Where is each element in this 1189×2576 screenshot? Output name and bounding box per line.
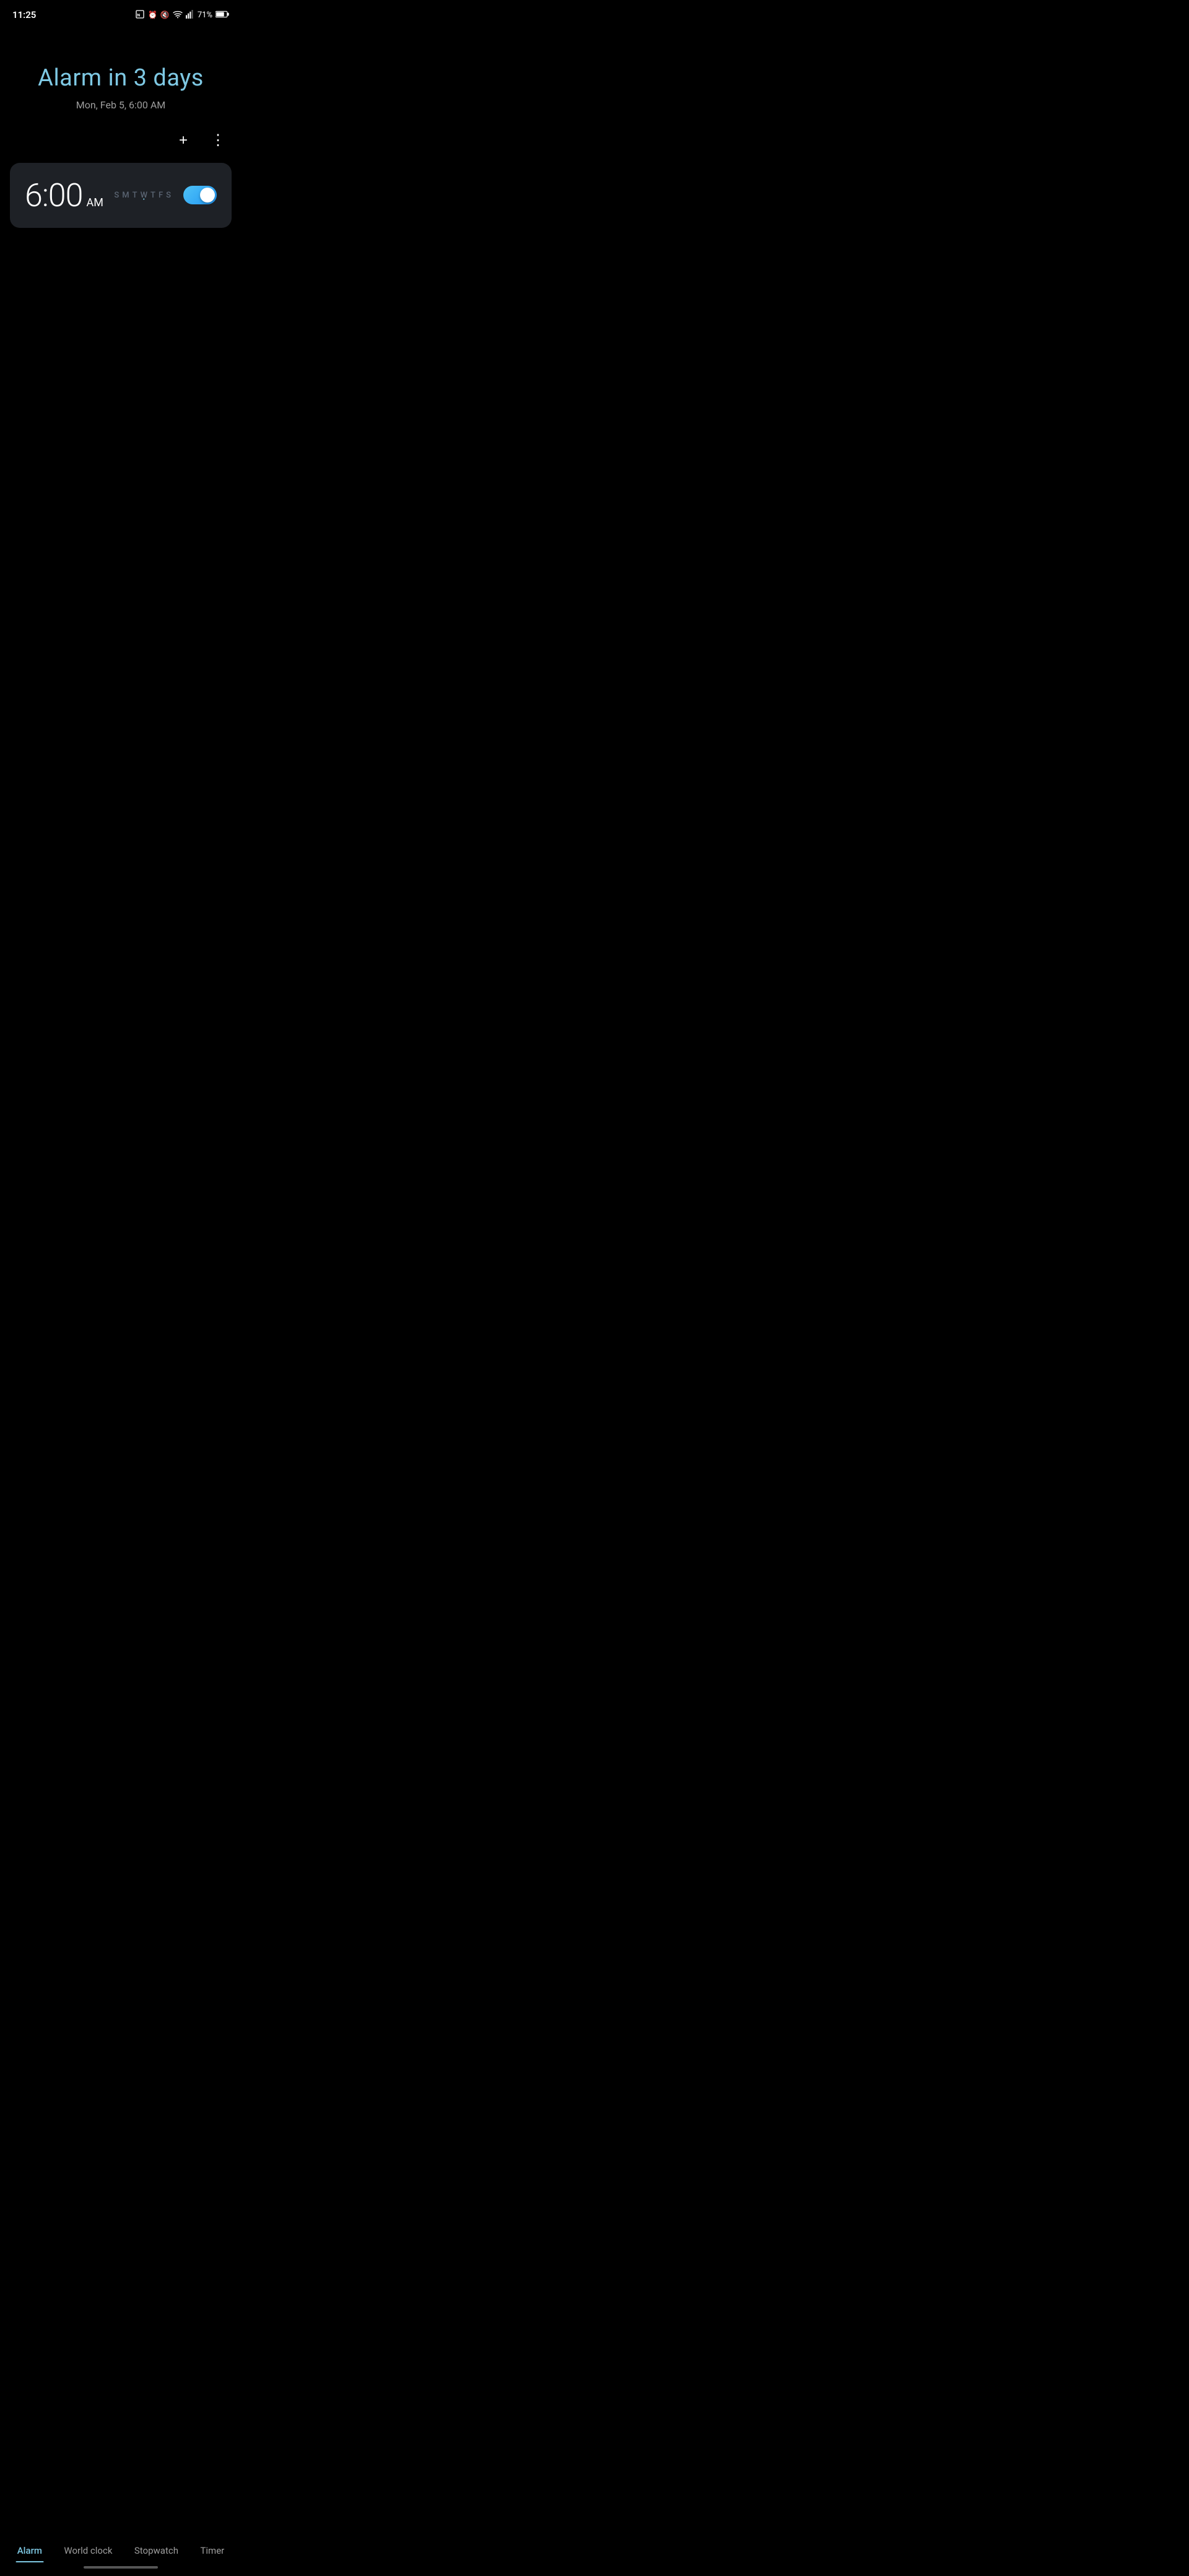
alarm-time-value: 6:00 [25,176,82,214]
more-options-button[interactable]: ⋮ [207,129,229,152]
days-row: S M T W T F S [114,191,171,200]
signal-icon [186,10,194,20]
home-indicator [84,2566,158,2569]
tab-stopwatch[interactable]: Stopwatch [127,2543,186,2559]
status-time: 11:25 [12,9,36,20]
day-sunday: S [114,191,119,200]
alarm-time-display: 6:00 AM [25,176,103,214]
day-wednesday: W [141,191,147,200]
day-monday: M [122,191,129,200]
toolbar: + ⋮ [0,111,242,158]
alarm-heading: Alarm in 3 days [38,64,204,93]
alarm-subtext: Mon, Feb 5, 6:00 AM [76,99,166,111]
tab-alarm[interactable]: Alarm [10,2543,50,2559]
wifi-icon [173,10,183,20]
tab-timer-label: Timer [200,2545,224,2556]
battery-icon [216,11,229,20]
bottom-nav: Alarm World clock Stopwatch Timer [0,2533,242,2576]
alarm-icon: ⏰ [148,11,157,19]
status-bar: 11:25 N ⏰ 🔇 71% [0,0,242,27]
battery-percent: 71% [198,11,212,20]
tab-stopwatch-label: Stopwatch [134,2545,178,2556]
mute-icon: 🔇 [160,11,170,19]
alarm-toggle[interactable] [183,186,217,204]
status-icons: N ⏰ 🔇 71% [135,9,229,21]
tab-world-clock-label: World clock [64,2545,112,2556]
nfc-icon: N [135,9,145,21]
day-friday: F [159,191,163,200]
toggle-thumb [200,188,215,202]
svg-text:N: N [137,12,140,17]
alarm-card[interactable]: 6:00 AM S M T W T F S [10,163,232,228]
main-content: Alarm in 3 days Mon, Feb 5, 6:00 AM + ⋮ … [0,27,242,604]
nav-tabs: Alarm World clock Stopwatch Timer [0,2543,242,2559]
day-saturday: S [166,191,171,200]
tab-world-clock[interactable]: World clock [56,2543,120,2559]
alarm-right-controls: S M T W T F S [114,186,217,204]
add-alarm-button[interactable]: + [172,129,194,152]
tab-alarm-label: Alarm [17,2545,42,2556]
day-thursday: T [150,191,155,200]
alarm-ampm: AM [86,196,103,209]
tab-timer[interactable]: Timer [193,2543,232,2559]
day-tuesday: T [133,191,137,200]
